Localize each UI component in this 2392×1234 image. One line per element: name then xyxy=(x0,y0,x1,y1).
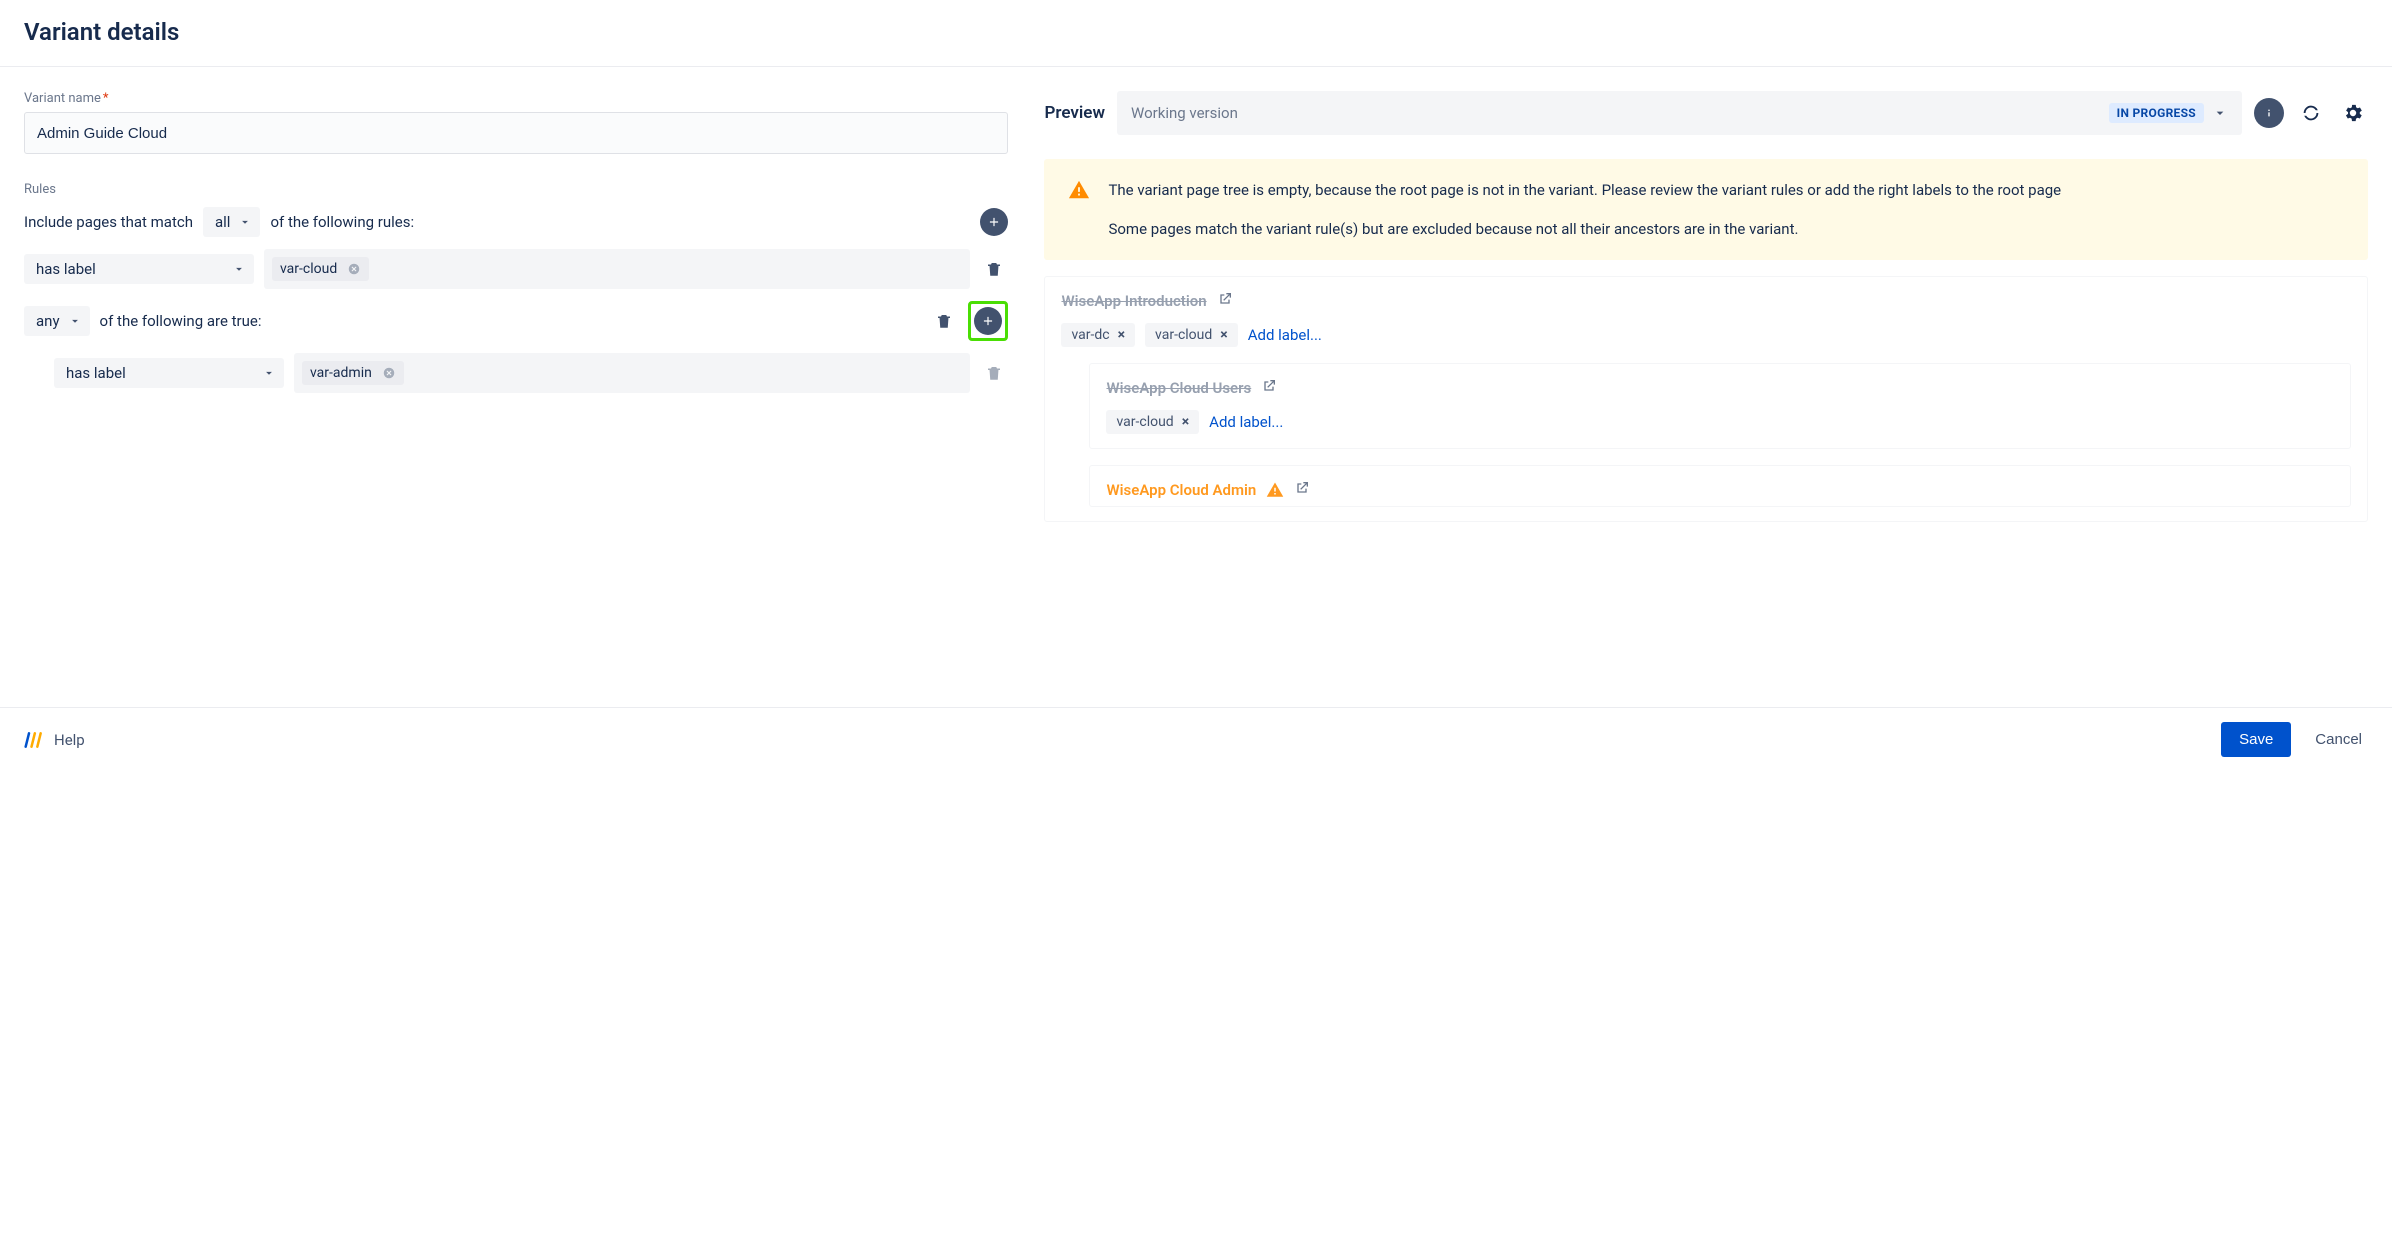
plus-icon xyxy=(981,314,995,328)
label-chip: var-dc × xyxy=(1061,323,1135,347)
delete-group-button[interactable] xyxy=(930,307,958,335)
delete-rule1-button[interactable] xyxy=(980,255,1008,283)
node-title: WiseApp Introduction xyxy=(1061,292,1206,310)
plus-icon xyxy=(987,215,1001,229)
trash-icon xyxy=(985,260,1003,278)
rule1-value-input[interactable]: var-cloud xyxy=(264,249,970,289)
page-title: Variant details xyxy=(24,18,2368,46)
rules-intro-prefix: Include pages that match xyxy=(24,213,193,231)
required-marker: * xyxy=(103,91,109,106)
cancel-button[interactable]: Cancel xyxy=(2309,730,2368,749)
info-icon xyxy=(2261,105,2277,121)
add-label-link[interactable]: Add label... xyxy=(1209,413,1283,431)
node-title: WiseApp Cloud Users xyxy=(1106,379,1251,397)
open-link-icon[interactable] xyxy=(1294,480,1310,500)
chevron-down-icon xyxy=(238,215,252,229)
rule1-condition-select[interactable]: has label xyxy=(24,254,254,284)
open-link-icon[interactable] xyxy=(1261,378,1277,398)
node-title: WiseApp Cloud Admin xyxy=(1106,481,1256,499)
status-badge: IN PROGRESS xyxy=(2109,103,2204,123)
variant-name-input[interactable] xyxy=(24,112,1008,154)
remove-tag-icon[interactable] xyxy=(347,262,361,276)
label-chip: var-cloud × xyxy=(1106,410,1199,434)
group-mode-select[interactable]: any xyxy=(24,306,90,336)
rules-intro-suffix: of the following rules: xyxy=(270,213,414,231)
warning-icon xyxy=(1068,179,1090,201)
gear-icon xyxy=(2342,102,2364,124)
chevron-down-icon xyxy=(68,314,82,328)
match-mode-select[interactable]: all xyxy=(203,207,260,237)
add-group-rule-highlight xyxy=(968,301,1008,341)
info-button[interactable] xyxy=(2254,98,2284,128)
rules-label: Rules xyxy=(24,182,1008,197)
refresh-button[interactable] xyxy=(2296,98,2326,128)
logo-icon xyxy=(24,731,44,749)
refresh-icon xyxy=(2300,102,2322,124)
warning-icon xyxy=(1266,481,1284,499)
open-link-icon[interactable] xyxy=(1217,291,1233,311)
label-chip: var-cloud × xyxy=(1145,323,1238,347)
delete-rule2-button[interactable] xyxy=(980,359,1008,387)
chevron-down-icon xyxy=(262,366,276,380)
rule2-value-input[interactable]: var-admin xyxy=(294,353,970,393)
trash-icon xyxy=(985,364,1003,382)
tree-node: WiseApp Cloud Admin xyxy=(1089,465,2351,507)
group-suffix-text: of the following are true: xyxy=(100,312,262,330)
settings-button[interactable] xyxy=(2338,98,2368,128)
add-group-rule-button[interactable] xyxy=(974,307,1002,335)
remove-label-icon[interactable]: × xyxy=(1220,327,1227,343)
warning-banner: The variant page tree is empty, because … xyxy=(1044,159,2368,260)
remove-tag-icon[interactable] xyxy=(382,366,396,380)
tree-node: WiseApp Cloud Users var-cloud × Add labe… xyxy=(1089,363,2351,449)
save-button[interactable]: Save xyxy=(2221,722,2291,757)
chevron-down-icon xyxy=(2212,105,2228,121)
warning-paragraph-1: The variant page tree is empty, because … xyxy=(1108,179,2061,202)
variant-name-label: Variant name * xyxy=(24,91,1008,106)
help-link[interactable]: Help xyxy=(24,731,85,749)
preview-version-select[interactable]: Working version IN PROGRESS xyxy=(1117,91,2242,135)
add-label-link[interactable]: Add label... xyxy=(1248,326,1322,344)
preview-heading: Preview xyxy=(1044,103,1105,123)
remove-label-icon[interactable]: × xyxy=(1118,327,1125,343)
add-rule-button[interactable] xyxy=(980,208,1008,236)
chevron-down-icon xyxy=(232,262,246,276)
rule2-condition-select[interactable]: has label xyxy=(54,358,284,388)
tree-node: WiseApp Introduction var-dc × var-cloud … xyxy=(1044,276,2368,522)
warning-paragraph-2: Some pages match the variant rule(s) but… xyxy=(1108,218,2061,241)
remove-label-icon[interactable]: × xyxy=(1182,414,1189,430)
trash-icon xyxy=(935,312,953,330)
